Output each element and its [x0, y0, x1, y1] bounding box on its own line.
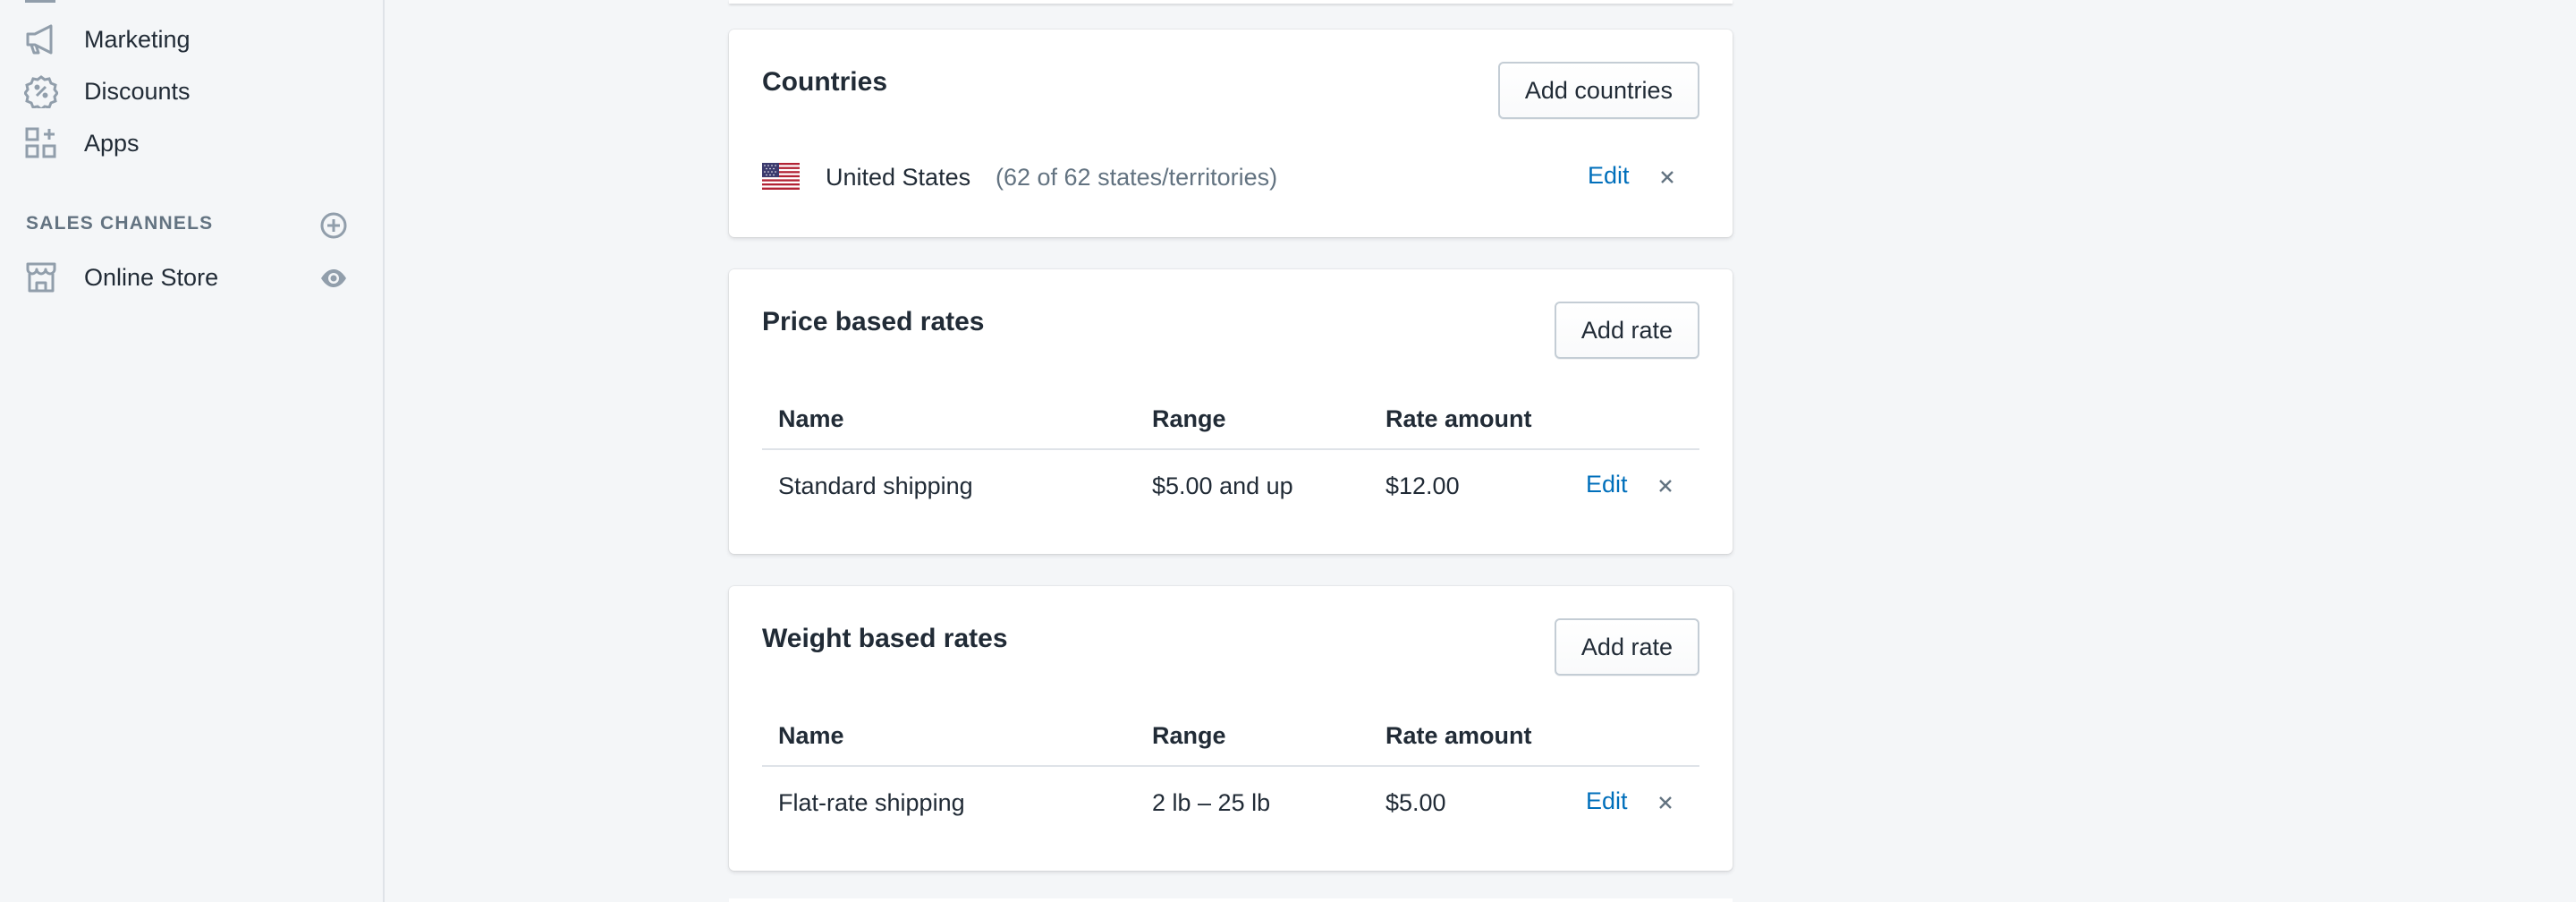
- countries-card: Countries Add countries United States (6…: [729, 30, 1733, 237]
- sidebar-item-discounts[interactable]: Discounts: [0, 66, 383, 116]
- column-header-range: Range: [1152, 405, 1226, 432]
- add-sales-channel-button[interactable]: [318, 210, 349, 241]
- close-icon: [1659, 480, 1672, 492]
- table-divider: [762, 765, 1699, 767]
- discount-badge-icon: [23, 73, 59, 109]
- sidebar-item-label: Online Store: [84, 263, 219, 291]
- card-title: Price based rates: [762, 307, 985, 336]
- sidebar-scroll-remnant: [25, 0, 55, 3]
- column-header-rate-amount: Rate amount: [1385, 722, 1532, 749]
- column-header-name: Name: [778, 722, 844, 749]
- delete-price-rate-button[interactable]: [1653, 473, 1678, 498]
- sidebar-item-label: Apps: [84, 129, 140, 157]
- sidebar-item-label: Discounts: [84, 77, 191, 105]
- next-card-edge: [729, 898, 1733, 902]
- eye-icon: [321, 269, 346, 287]
- sidebar-item-label: Marketing: [84, 25, 191, 53]
- weight-based-rates-card: Weight based rates Add rate Name Range R…: [729, 586, 1733, 871]
- add-weight-rate-button[interactable]: Add rate: [1554, 618, 1699, 676]
- add-countries-button[interactable]: Add countries: [1497, 62, 1699, 119]
- close-icon: [1661, 171, 1674, 183]
- sidebar-item-apps[interactable]: Apps: [0, 118, 383, 168]
- us-flag-icon: [762, 163, 800, 190]
- table-divider: [762, 448, 1699, 450]
- megaphone-icon: [23, 21, 59, 57]
- country-name: United States: [826, 164, 971, 191]
- rate-amount: $5.00: [1385, 789, 1446, 816]
- rate-range: 2 lb – 25 lb: [1152, 789, 1271, 816]
- rate-amount: $12.00: [1385, 472, 1460, 499]
- store-icon: [23, 260, 59, 295]
- rate-range: $5.00 and up: [1152, 472, 1293, 499]
- country-detail: (62 of 62 states/territories): [996, 164, 1278, 191]
- remove-country-button[interactable]: [1655, 165, 1680, 190]
- sales-channels-heading: SALES CHANNELS: [26, 213, 214, 234]
- previous-card-edge: [729, 0, 1733, 4]
- sidebar-item-marketing[interactable]: Marketing: [0, 14, 383, 64]
- plus-circle-icon: [320, 212, 347, 239]
- column-header-range: Range: [1152, 722, 1226, 749]
- sidebar: Marketing Discounts Apps SALES CHANNELS: [0, 0, 385, 902]
- edit-weight-rate-link[interactable]: Edit: [1586, 787, 1628, 815]
- edit-price-rate-link[interactable]: Edit: [1586, 471, 1628, 498]
- card-title: Countries: [762, 67, 888, 97]
- rate-name: Standard shipping: [778, 472, 973, 499]
- edit-country-link[interactable]: Edit: [1588, 162, 1630, 190]
- column-header-name: Name: [778, 405, 844, 432]
- delete-weight-rate-button[interactable]: [1653, 790, 1678, 815]
- rate-name: Flat-rate shipping: [778, 789, 965, 816]
- add-price-rate-button[interactable]: Add rate: [1554, 302, 1699, 359]
- close-icon: [1659, 796, 1672, 809]
- apps-grid-icon: [23, 125, 59, 161]
- view-online-store-button[interactable]: [318, 263, 349, 294]
- card-title: Weight based rates: [762, 624, 1008, 653]
- price-based-rates-card: Price based rates Add rate Name Range Ra…: [729, 269, 1733, 554]
- column-header-rate-amount: Rate amount: [1385, 405, 1532, 432]
